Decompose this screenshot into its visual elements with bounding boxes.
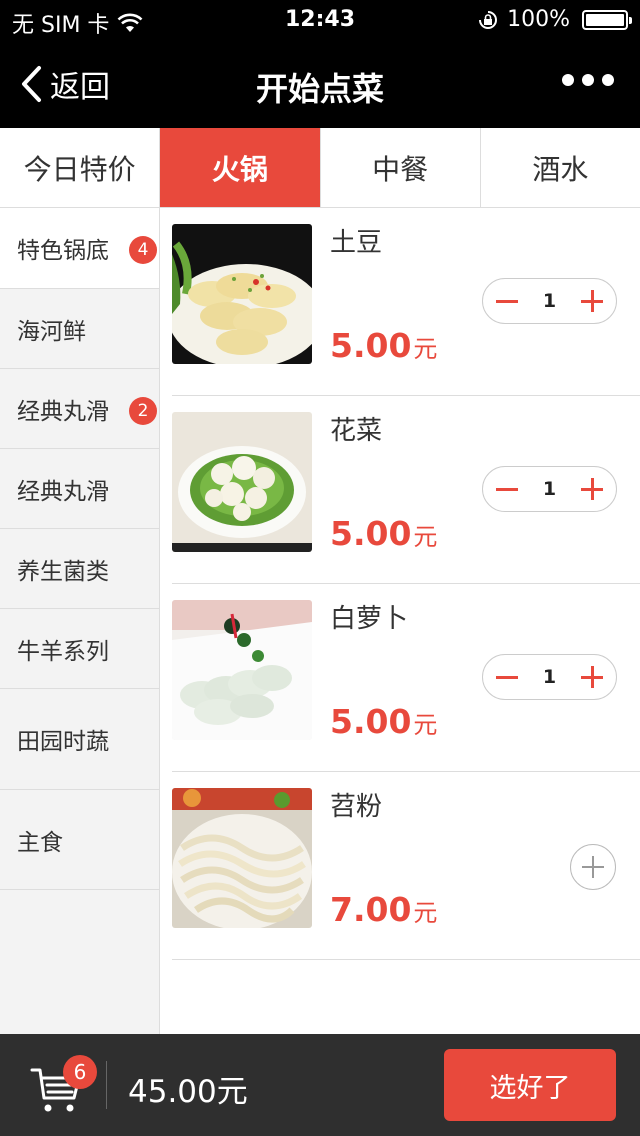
status-right: 100% xyxy=(477,7,632,32)
cart-total: 45.00元 xyxy=(128,1074,248,1110)
dish-price: 5.00元 xyxy=(330,702,437,741)
bottom-bar: 45.00元 选好了 xyxy=(0,1034,640,1136)
plus-button[interactable] xyxy=(578,287,606,315)
dish-image-white-radish[interactable] xyxy=(172,600,312,740)
sidebar-item-label: 主食 xyxy=(17,829,63,856)
dish-image-potato[interactable] xyxy=(172,224,312,364)
quantity-value: 1 xyxy=(542,290,557,312)
more-dot-icon xyxy=(582,74,594,86)
minus-button[interactable] xyxy=(493,475,521,503)
price-unit: 元 xyxy=(413,899,438,927)
dish-list: 土豆 5.00元 1 花菜 5.00元 1 白萝卜 5.00元 1 苕粉 7.0… xyxy=(172,208,640,960)
dish-price: 7.00元 xyxy=(330,890,437,929)
sidebar-item-label: 养生菌类 xyxy=(17,558,109,585)
dish-item: 苕粉 7.00元 xyxy=(172,772,640,960)
sidebar-item-classic-balls[interactable]: 经典丸滑 2 xyxy=(0,369,159,449)
dish-name: 白萝卜 xyxy=(330,604,409,634)
price-value: 5.00 xyxy=(330,514,412,553)
add-to-cart-button[interactable] xyxy=(570,844,616,890)
dish-item: 土豆 5.00元 1 xyxy=(172,208,640,396)
dish-name: 土豆 xyxy=(330,228,383,258)
quantity-value: 1 xyxy=(542,478,557,500)
price-value: 7.00 xyxy=(330,890,412,929)
dish-name: 苕粉 xyxy=(330,792,383,822)
sidebar-item-vegetables[interactable]: 田园时蔬 xyxy=(0,689,159,790)
dish-item: 花菜 5.00元 1 xyxy=(172,396,640,584)
sidebar-item-label: 经典丸滑 xyxy=(17,478,109,505)
count-badge: 2 xyxy=(129,397,157,425)
divider xyxy=(106,1061,107,1109)
sidebar-item-label: 田园时蔬 xyxy=(17,729,109,755)
dish-price: 5.00元 xyxy=(330,514,437,553)
sidebar-item-label: 经典丸滑 xyxy=(17,398,109,425)
price-unit: 元 xyxy=(413,335,438,363)
sidebar-item-label: 海河鲜 xyxy=(17,318,86,345)
rotation-lock-icon xyxy=(479,10,498,29)
quantity-stepper: 1 xyxy=(482,466,617,512)
quantity-stepper: 1 xyxy=(482,654,617,700)
dish-price: 5.00元 xyxy=(330,326,437,365)
nav-bar: 返回 开始点菜 xyxy=(0,40,640,128)
sidebar-item-mushrooms[interactable]: 养生菌类 xyxy=(0,529,159,609)
more-dot-icon xyxy=(602,74,614,86)
sidebar: 特色锅底 4 海河鲜 经典丸滑 2 经典丸滑 养生菌类 牛羊系列 田园时蔬 主食 xyxy=(0,208,160,1034)
battery-level xyxy=(586,13,624,26)
plus-button[interactable] xyxy=(578,475,606,503)
tab-drinks[interactable]: 酒水 xyxy=(481,128,640,207)
quantity-stepper: 1 xyxy=(482,278,617,324)
status-bar: 无 SIM 卡 12:43 100% xyxy=(0,0,640,40)
dish-item: 白萝卜 5.00元 1 xyxy=(172,584,640,772)
price-unit: 元 xyxy=(413,711,438,739)
sidebar-item-staple-food[interactable]: 主食 xyxy=(0,790,159,890)
dish-name: 花菜 xyxy=(330,416,383,446)
tab-chinese-meal[interactable]: 中餐 xyxy=(321,128,481,207)
more-dot-icon xyxy=(562,74,574,86)
dish-image-cauliflower[interactable] xyxy=(172,412,312,552)
sidebar-item-special-soup-base[interactable]: 特色锅底 4 xyxy=(0,208,159,289)
category-tabs: 今日特价 火锅 中餐 酒水 xyxy=(0,128,640,208)
quantity-value: 1 xyxy=(542,666,557,688)
battery-percent: 100% xyxy=(507,7,570,32)
more-button[interactable] xyxy=(562,74,614,86)
tab-hotpot[interactable]: 火锅 xyxy=(160,128,321,207)
minus-button[interactable] xyxy=(493,287,521,315)
plus-button[interactable] xyxy=(578,663,606,691)
tab-today-special[interactable]: 今日特价 xyxy=(0,128,161,207)
sidebar-item-label: 牛羊系列 xyxy=(17,638,109,665)
dish-image-sweet-potato-noodles[interactable] xyxy=(172,788,312,928)
minus-button[interactable] xyxy=(493,663,521,691)
sidebar-item-seafood[interactable]: 海河鲜 xyxy=(0,289,159,369)
sidebar-item-beef-lamb[interactable]: 牛羊系列 xyxy=(0,609,159,689)
price-value: 5.00 xyxy=(330,702,412,741)
sidebar-item-classic-balls-2[interactable]: 经典丸滑 xyxy=(0,449,159,529)
battery-icon xyxy=(582,9,632,30)
page-title: 开始点菜 xyxy=(255,70,384,108)
sidebar-item-label: 特色锅底 xyxy=(17,238,109,264)
count-badge: 4 xyxy=(129,236,157,264)
checkout-button[interactable]: 选好了 xyxy=(444,1049,616,1121)
cart-count-badge: 6 xyxy=(63,1055,97,1089)
price-unit: 元 xyxy=(413,523,438,551)
price-value: 5.00 xyxy=(330,326,412,365)
